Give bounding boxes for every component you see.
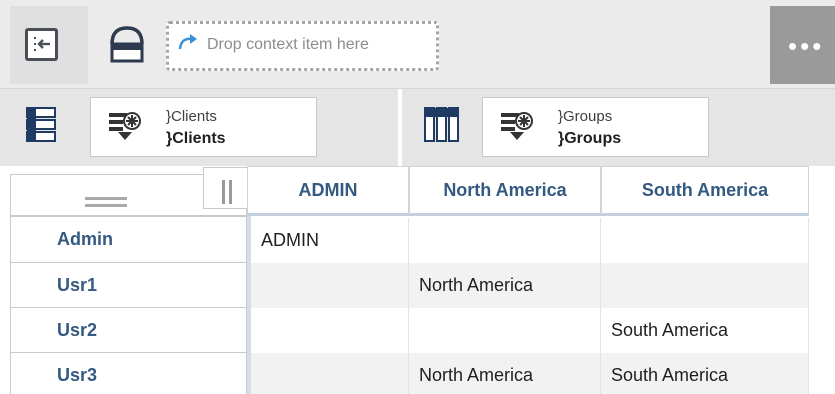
row-header-admin[interactable]: Admin	[10, 216, 247, 263]
column-resize-handle[interactable]	[203, 167, 248, 209]
rows-dimension-chip[interactable]: }Clients }Clients	[90, 97, 317, 157]
row-header-menu-icon[interactable]	[85, 197, 127, 209]
crosstab-grid: ADMIN North America South America Admin …	[10, 166, 835, 394]
table-cell[interactable]	[251, 263, 409, 308]
table-cell[interactable]: North America	[409, 263, 601, 308]
table-cell[interactable]: South America	[601, 308, 809, 353]
table-cell[interactable]	[601, 263, 809, 308]
column-header-south-america[interactable]: South America	[601, 166, 809, 216]
more-options-icon: •••	[788, 31, 825, 61]
edge-divider	[398, 89, 402, 167]
table-cell[interactable]: ADMIN	[251, 218, 409, 263]
crosstab-corner	[10, 167, 248, 216]
columns-subset-name: }Groups	[558, 130, 622, 147]
dimension-icon	[109, 112, 141, 140]
column-header-north-america[interactable]: North America	[409, 166, 601, 216]
table-cell[interactable]	[601, 218, 809, 263]
exit-panel-icon	[25, 28, 58, 61]
edge-toolbar: }Clients }Clients }Groups }Groups	[0, 88, 835, 167]
row-header-usr1[interactable]: Usr1	[10, 263, 247, 308]
more-options-button[interactable]: •••	[770, 6, 835, 84]
row-header-usr2[interactable]: Usr2	[10, 308, 247, 353]
table-cell[interactable]	[409, 308, 601, 353]
exit-panel-button[interactable]	[10, 6, 88, 84]
context-filter-icon[interactable]	[108, 24, 146, 64]
row-header-usr3[interactable]: Usr3	[10, 353, 247, 394]
rows-dimension-name: }Clients	[166, 108, 217, 125]
context-drop-zone[interactable]: Drop context item here	[166, 21, 439, 71]
drop-placeholder-text: Drop context item here	[207, 36, 369, 53]
table-cell[interactable]	[409, 218, 601, 263]
rows-subset-name: }Clients	[166, 130, 226, 147]
table-cell[interactable]	[251, 308, 409, 353]
columns-dimension-name: }Groups	[558, 108, 613, 125]
top-toolbar: Drop context item here •••	[0, 0, 835, 88]
dimension-icon	[501, 112, 533, 140]
columns-edge-icon[interactable]	[424, 107, 460, 143]
table-cell[interactable]: North America	[409, 353, 601, 394]
drop-arrow-icon	[178, 34, 197, 50]
table-cell[interactable]	[251, 353, 409, 394]
column-header-admin[interactable]: ADMIN	[247, 166, 409, 216]
table-cell[interactable]: South America	[601, 353, 809, 394]
rows-edge-icon[interactable]	[26, 107, 56, 143]
columns-dimension-chip[interactable]: }Groups }Groups	[482, 97, 709, 157]
